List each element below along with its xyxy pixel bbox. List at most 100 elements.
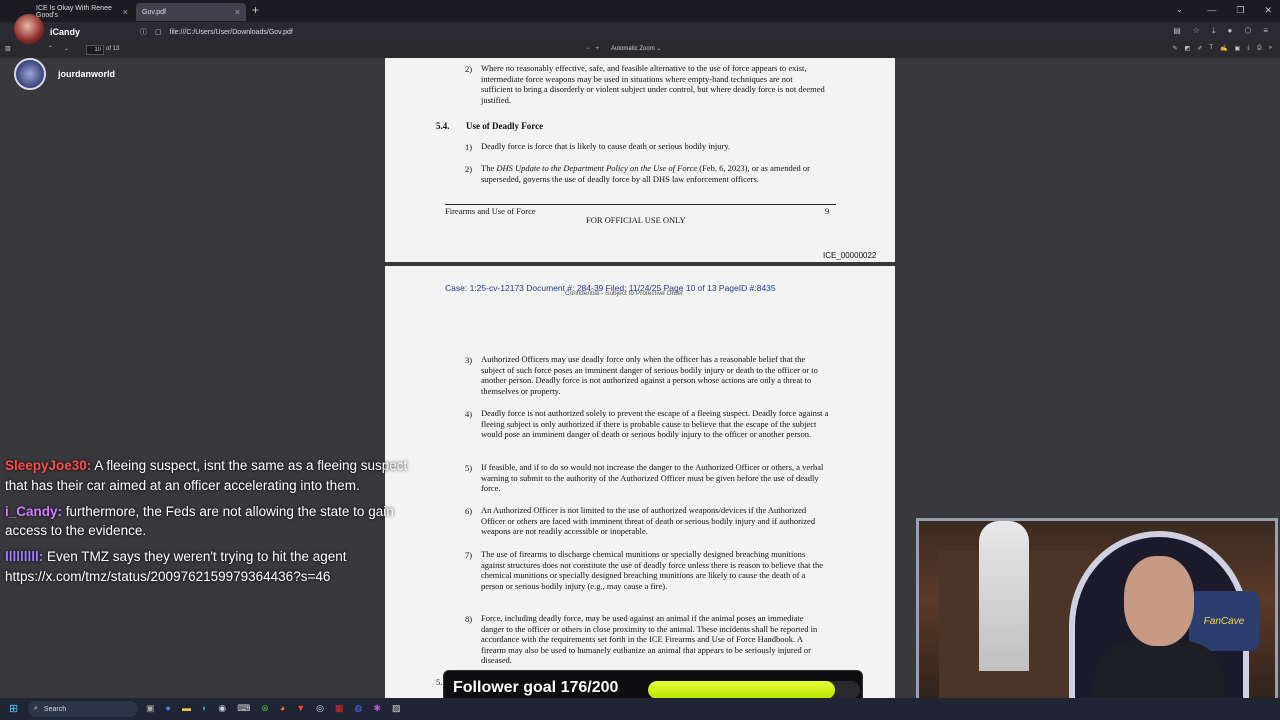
list-number: 8) bbox=[465, 614, 473, 624]
stream-channel-header: iCandy bbox=[0, 14, 81, 44]
browser-tab-strip: ICE Is Okay With Renee Good's × Gov.pdf … bbox=[0, 0, 1280, 22]
draw-icon[interactable]: ✐ bbox=[1197, 45, 1202, 52]
zoom-controls: − + Automatic Zoom ⌄ bbox=[586, 45, 668, 52]
tab-ice-article[interactable]: ICE Is Okay With Renee Good's × bbox=[30, 3, 134, 21]
avatar bbox=[14, 14, 44, 44]
list-number: 2) bbox=[465, 64, 473, 74]
comment-icon[interactable]: ✎ bbox=[1173, 45, 1178, 52]
url-text[interactable]: file:///C:/Users/User/Downloads/Gov.pdf bbox=[170, 29, 293, 36]
paragraph: Where no reasonably effective, safe, and… bbox=[481, 63, 825, 105]
browser-toolbar-icons: ▤ ☆ ⤓ ● ⬡ ≡ bbox=[1173, 26, 1268, 36]
obs-icon[interactable]: ◎ bbox=[316, 703, 324, 714]
pdf-page-9: 2) Where no reasonably effective, safe, … bbox=[385, 58, 895, 262]
close-icon[interactable]: × bbox=[123, 7, 128, 17]
cam-sign: FanCave bbox=[1189, 591, 1259, 651]
list-number: 7) bbox=[465, 550, 473, 560]
bookmark-star-icon[interactable]: ☆ bbox=[1193, 26, 1200, 36]
zoom-value: Automatic Zoom bbox=[611, 46, 655, 52]
chat-text: Even TMZ says they weren't trying to hit… bbox=[5, 549, 347, 584]
highlight-icon[interactable]: ◩ bbox=[1185, 45, 1191, 52]
paragraph: An Authorized Officer is not limited to … bbox=[481, 505, 816, 537]
guest-badge: jourdanworld bbox=[14, 58, 115, 90]
chrome-icon[interactable]: ● bbox=[166, 703, 171, 714]
task-view-icon[interactable]: ▣ bbox=[146, 703, 155, 714]
minimize-icon[interactable]: — bbox=[1207, 5, 1216, 16]
edge-icon[interactable]: ◐ bbox=[202, 703, 207, 714]
footer-page-number: 9 bbox=[825, 206, 830, 216]
app-icon[interactable]: ✱ bbox=[373, 703, 381, 714]
page-up-icon[interactable]: ⌃ bbox=[48, 45, 53, 52]
brave-icon[interactable]: ▼ bbox=[296, 703, 305, 714]
image-icon[interactable]: ▣ bbox=[1235, 45, 1241, 52]
app-icon[interactable]: ▦ bbox=[335, 703, 344, 714]
page-number-input[interactable] bbox=[86, 45, 104, 55]
avatar bbox=[14, 58, 46, 90]
chat-username: i_Candy: bbox=[5, 503, 63, 519]
section-title: Use of Deadly Force bbox=[466, 121, 544, 131]
follower-goal-fill bbox=[648, 681, 835, 699]
chat-message: lllllllll: Even TMZ says they weren't tr… bbox=[5, 547, 415, 587]
steam-icon[interactable]: ◉ bbox=[218, 703, 226, 714]
cam-figure bbox=[979, 521, 1029, 671]
channel-name: iCandy bbox=[50, 27, 81, 37]
guest-name: jourdanworld bbox=[58, 69, 115, 79]
paragraph: Force, including deadly force, may be us… bbox=[481, 613, 818, 666]
section-number: 5.4. bbox=[436, 121, 450, 131]
app-icon[interactable]: ▨ bbox=[392, 703, 401, 714]
taskbar-search[interactable]: ⌕ Search bbox=[28, 701, 138, 717]
pdf-tools: ✎ ◩ ✐ T ✍ ▣ ⤓ ⎙ » bbox=[1173, 45, 1272, 52]
chat-overlay: SleepyJoe30: A fleeing suspect, isnt the… bbox=[5, 456, 415, 593]
tab-gov-pdf[interactable]: Gov.pdf × bbox=[136, 3, 246, 21]
paragraph: The use of firearms to discharge chemica… bbox=[481, 549, 824, 591]
zoom-select[interactable]: Automatic Zoom ⌄ bbox=[605, 45, 668, 52]
paragraph: If feasible, and if to do so would not i… bbox=[481, 462, 824, 494]
windows-taskbar: ⊞ ⌕ Search ▣ ● ▬ ◐ ◉ ⌨ ⊗ ◕ ▼ ◎ ▦ ◍ ✱ ▨ bbox=[0, 698, 1280, 720]
print-icon[interactable]: ⎙ bbox=[1257, 45, 1262, 52]
text-icon[interactable]: T bbox=[1209, 45, 1213, 52]
close-window-icon[interactable]: ✕ bbox=[1264, 5, 1272, 16]
follower-goal-label: Follower goal 176/200 bbox=[453, 679, 619, 696]
sidebar-toggle-icon[interactable]: ▥ bbox=[5, 45, 11, 52]
chat-text: furthermore, the Feds are not allowing t… bbox=[5, 503, 394, 539]
footer-rule bbox=[445, 204, 836, 205]
maximize-icon[interactable]: ❐ bbox=[1236, 5, 1244, 16]
confidential-stamp: Confidential - Subject to Protective Ord… bbox=[565, 290, 684, 297]
discord-icon[interactable]: ◍ bbox=[355, 703, 363, 714]
extensions-icon[interactable]: ⬡ bbox=[1244, 26, 1251, 36]
new-tab-icon[interactable]: + bbox=[252, 3, 259, 17]
chat-message: SleepyJoe30: A fleeing suspect, isnt the… bbox=[5, 456, 415, 496]
close-icon[interactable]: × bbox=[235, 7, 240, 17]
address-field[interactable]: ⓘ ▢ file:///C:/Users/User/Downloads/Gov.… bbox=[136, 25, 1100, 39]
reader-icon[interactable]: ▤ bbox=[1173, 26, 1181, 36]
webcam-feed: FanCave bbox=[916, 518, 1278, 718]
paragraph: The DHS Update to the Department Policy … bbox=[481, 163, 826, 184]
cam-streamer bbox=[1124, 556, 1194, 646]
paragraph: Authorized Officers may use deadly force… bbox=[481, 354, 818, 396]
paragraph: Deadly force is not authorized solely to… bbox=[481, 408, 829, 440]
follower-goal-bar bbox=[648, 681, 860, 699]
footer-classification: FOR OFFICIAL USE ONLY bbox=[586, 215, 686, 225]
file-explorer-icon[interactable]: ▬ bbox=[182, 703, 191, 714]
tab-title: Gov.pdf bbox=[142, 8, 166, 16]
zoom-in-icon[interactable]: + bbox=[596, 46, 600, 52]
account-icon[interactable]: ● bbox=[1228, 26, 1233, 36]
chevron-down-icon[interactable]: ⌄ bbox=[1176, 5, 1183, 14]
text-run: The bbox=[481, 163, 497, 173]
url-bar: ⓘ ▢ file:///C:/Users/User/Downloads/Gov.… bbox=[0, 22, 1280, 42]
italic-title: DHS Update to the Department Policy on t… bbox=[496, 163, 698, 173]
windows-start-icon[interactable]: ⊞ bbox=[9, 702, 18, 715]
more-icon[interactable]: » bbox=[1269, 45, 1272, 52]
pdf-page-10: Case: 1:25-cv-12173 Document #: 284-39 F… bbox=[385, 266, 895, 706]
search-label: Search bbox=[43, 705, 67, 713]
save-icon[interactable]: ⤓ bbox=[1247, 45, 1250, 52]
menu-icon[interactable]: ≡ bbox=[1263, 26, 1268, 36]
info-icon[interactable]: ⓘ bbox=[140, 27, 147, 37]
signature-icon[interactable]: ✍ bbox=[1220, 45, 1227, 52]
firefox-icon[interactable]: ◕ bbox=[280, 703, 285, 714]
terminal-icon[interactable]: ⌨ bbox=[237, 703, 250, 714]
section-number: 5. bbox=[436, 677, 443, 687]
zoom-out-icon[interactable]: − bbox=[586, 46, 590, 52]
xbox-icon[interactable]: ⊗ bbox=[261, 703, 269, 714]
downloads-icon[interactable]: ⤓ bbox=[1212, 26, 1216, 36]
page-down-icon[interactable]: ⌄ bbox=[64, 45, 69, 52]
